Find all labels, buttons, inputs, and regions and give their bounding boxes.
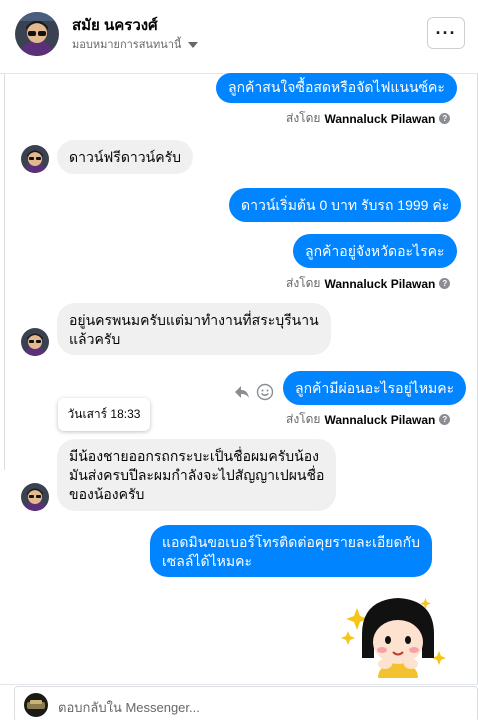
sent-by-prefix: ส่งโดย [286, 111, 321, 125]
conversation-header: สมัย นครวงศ์ มอบหมายการสนทนานี้ ··· [0, 0, 478, 74]
more-options-button[interactable]: ··· [427, 17, 465, 49]
message-text: ลูกค้าสนใจซื้อสดหรือจัดไฟแนนซ์คะ [228, 79, 445, 95]
message-text-line: ของน้องครับ [69, 486, 145, 502]
message-bubble-incoming[interactable]: มีน้องชายออกรถกระบะเป็นชื่อผมครับน้อง มั… [57, 439, 337, 511]
sender-name: Wannaluck Pilawan [324, 111, 436, 126]
contact-name[interactable]: สมัย นครวงศ์ [72, 13, 158, 37]
info-icon[interactable]: ? [439, 414, 451, 425]
sent-by-prefix: ส่งโดย [286, 412, 321, 426]
message-text-line: มันส่งครบปีละผมกำลังจะไปสัญญาเปผนชื่อ [69, 467, 325, 483]
timestamp-text: วันเสาร์ 18:33 [67, 407, 141, 421]
message-bubble-outgoing[interactable]: แอดมินขอเบอร์โทรติดต่อคุยรายละเอียดกับ เ… [150, 525, 432, 577]
message-text-line: แอดมินขอเบอร์โทรติดต่อคุยรายละเอียดกับ [162, 534, 420, 550]
timestamp-tooltip: วันเสาร์ 18:33 [58, 398, 150, 431]
chevron-down-icon [188, 41, 199, 48]
info-icon[interactable]: ? [439, 278, 451, 289]
assign-conversation[interactable]: มอบหมายการสนทนานี้ [72, 35, 199, 53]
info-icon[interactable]: ? [439, 113, 451, 124]
sent-by-prefix: ส่งโดย [286, 276, 321, 290]
more-icon: ··· [435, 23, 457, 43]
avatar [21, 328, 49, 356]
page-avatar [24, 693, 48, 717]
message-text-line: แล้วครับ [69, 331, 121, 347]
message-text-line: เซลล์ได้ไหมคะ [162, 553, 252, 569]
sent-by-label: ส่งโดย Wannaluck Pilawan ? [286, 274, 451, 293]
reply-input[interactable] [58, 697, 458, 717]
message-text: ดาวน์ฟรีดาวน์ครับ [69, 149, 181, 165]
reply-icon[interactable] [233, 383, 251, 401]
message-text-line: อยู่นครพนมครับแต่มาทำงานที่สระบุรีนาน [69, 312, 319, 328]
message-bubble-outgoing[interactable]: ดาวน์เริ่มต้น 0 บาท รับรถ 1999 ค่ะ [229, 188, 462, 222]
smile-icon[interactable] [256, 383, 274, 401]
sender-name: Wannaluck Pilawan [324, 412, 436, 427]
divider [4, 74, 5, 470]
sticker[interactable] [340, 594, 450, 678]
message-text: ลูกค้ามีผ่อนอะไรอยู่ไหมคะ [295, 380, 455, 396]
message-bubble-incoming[interactable]: ดาวน์ฟรีดาวน์ครับ [57, 140, 193, 174]
assign-label: มอบหมายการสนทนานี้ [72, 39, 182, 51]
sent-by-label: ส่งโดย Wannaluck Pilawan ? [286, 410, 451, 429]
message-text: ดาวน์เริ่มต้น 0 บาท รับรถ 1999 ค่ะ [241, 197, 450, 213]
avatar [21, 483, 49, 511]
sent-by-label: ส่งโดย Wannaluck Pilawan ? [286, 109, 451, 128]
message-text: ลูกค้าอยู่จังหวัดอะไรคะ [305, 243, 445, 259]
message-text-line: มีน้องชายออกรถกระบะเป็นชื่อผมครับน้อง [69, 448, 319, 464]
message-bubble-outgoing[interactable]: ลูกค้าอยู่จังหวัดอะไรคะ [293, 234, 457, 268]
avatar[interactable] [15, 12, 59, 56]
message-bubble-outgoing[interactable]: ลูกค้ามีผ่อนอะไรอยู่ไหมคะ [283, 371, 467, 405]
message-bubble-incoming[interactable]: อยู่นครพนมครับแต่มาทำงานที่สระบุรีนาน แล… [57, 303, 331, 355]
avatar [21, 145, 49, 173]
message-bubble-outgoing[interactable]: ลูกค้าสนใจซื้อสดหรือจัดไฟแนนซ์คะ [216, 73, 457, 103]
sender-name: Wannaluck Pilawan [324, 276, 436, 291]
